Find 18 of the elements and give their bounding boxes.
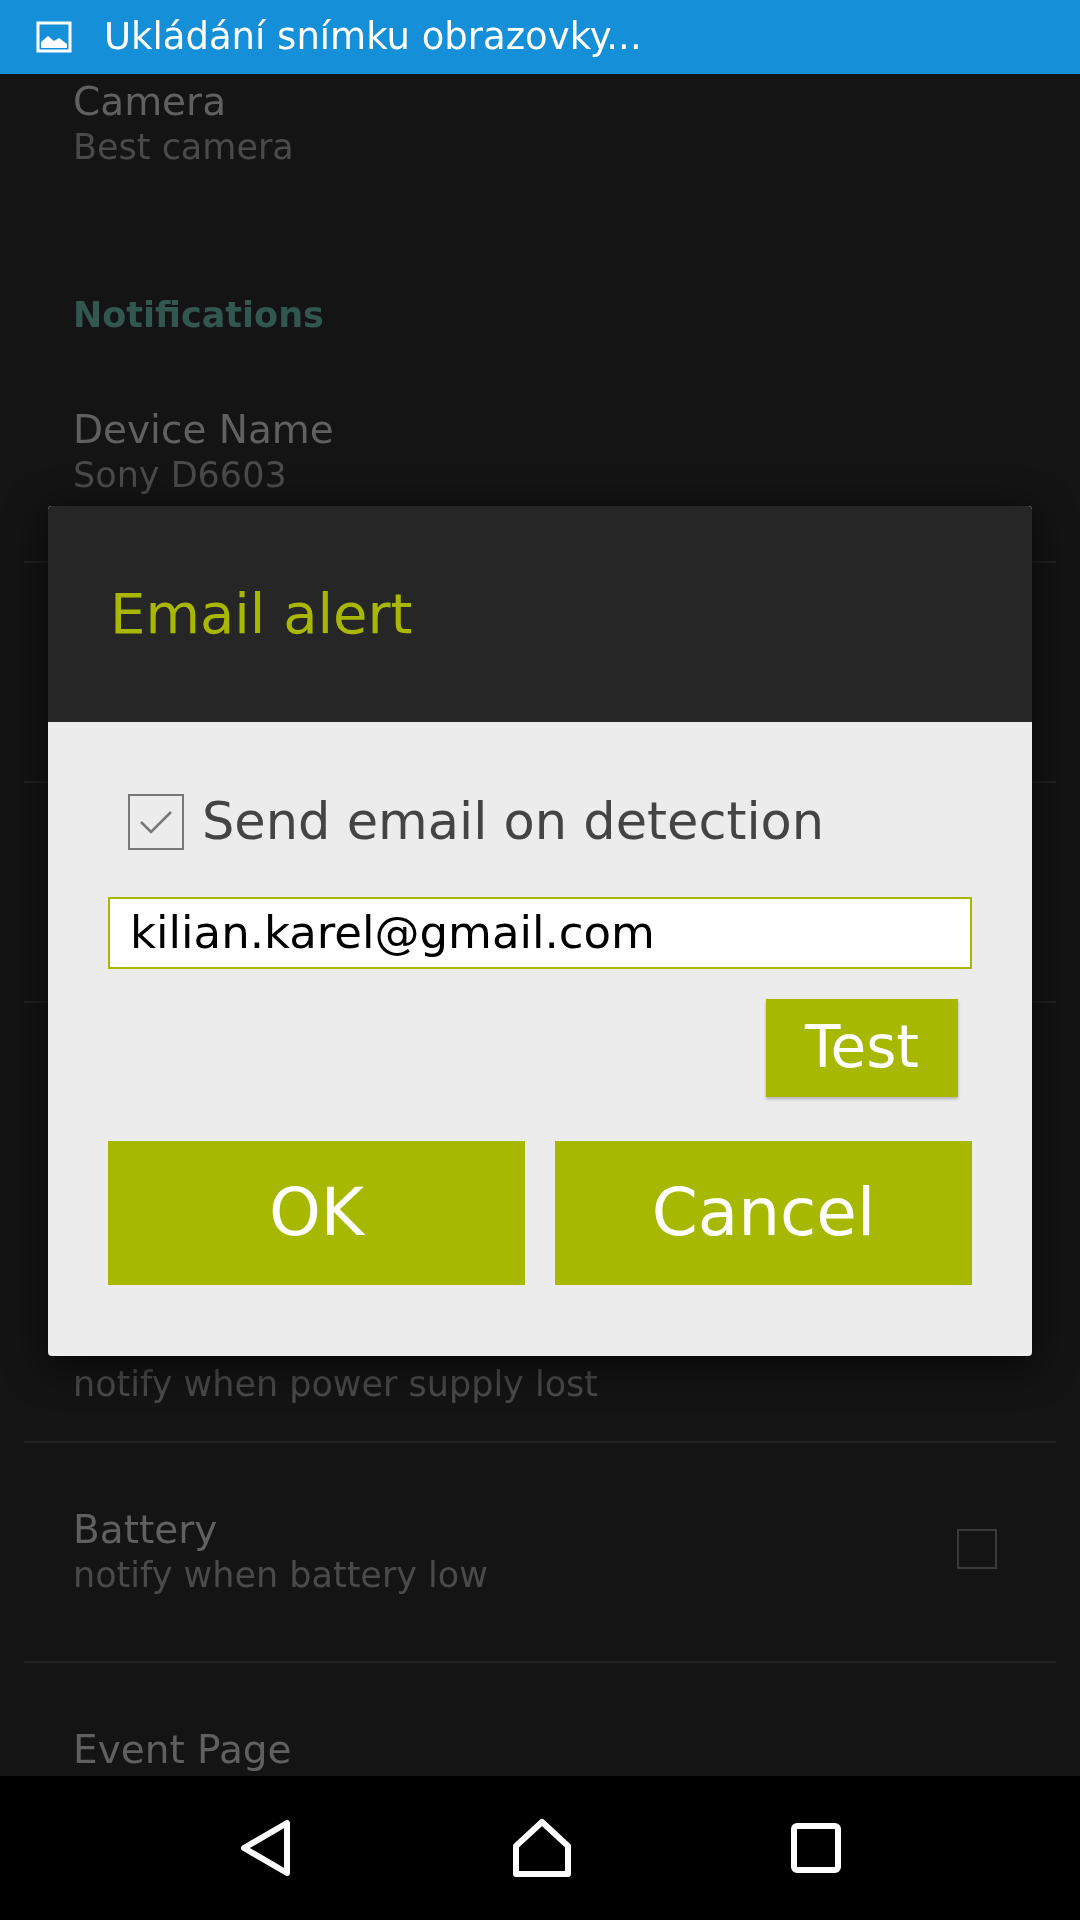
section-header: Notifications: [73, 298, 324, 333]
picture-icon: [36, 21, 72, 53]
setting-title: Device Name: [73, 410, 334, 449]
notification-text: Ukládání snímku obrazovky...: [104, 14, 642, 61]
checkmark-icon: [139, 809, 173, 836]
email-field[interactable]: kilian.karel@gmail.com: [108, 896, 972, 969]
ok-button[interactable]: OK: [108, 1140, 525, 1285]
test-button[interactable]: Test: [766, 998, 958, 1097]
dialog-title: Email alert: [110, 580, 413, 648]
setting-title: Event Page: [73, 1730, 292, 1769]
checkbox[interactable]: [128, 794, 184, 851]
setting-title: Battery: [73, 1510, 218, 1549]
checkbox[interactable]: [957, 1529, 997, 1569]
checkbox-label: Send email on detection: [202, 791, 825, 853]
home-icon[interactable]: [512, 1818, 572, 1878]
setting-title: Camera: [73, 82, 227, 121]
cancel-button[interactable]: Cancel: [555, 1140, 972, 1285]
recent-apps-icon[interactable]: [790, 1823, 841, 1873]
